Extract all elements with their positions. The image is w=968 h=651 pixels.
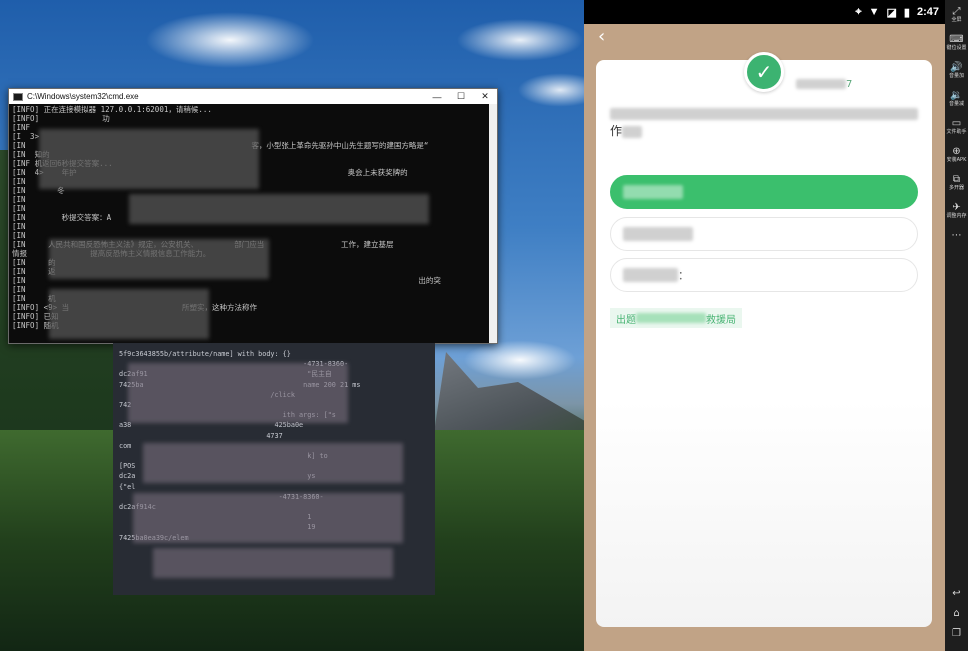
cmd-title: C:\Windows\system32\cmd.exe [27,92,139,101]
cmd-titlebar[interactable]: C:\Windows\system32\cmd.exe — ☐ ✕ [9,89,497,104]
install-apk-button[interactable]: ⊕ 安装APK [945,146,968,164]
file-icon: ▭ [951,118,962,129]
log-line: 4737 [119,431,283,440]
redaction [128,363,348,423]
redaction [49,239,269,279]
more-button[interactable]: ⋯ [945,230,968,241]
multi-instance-button[interactable]: ⧉ 多开器 [945,174,968,192]
redaction [623,185,683,199]
nav-recents-button[interactable]: ❐ [945,628,968,639]
back-icon: ↩ [952,588,961,599]
memory-button[interactable]: ✈ 调整内存 [945,202,968,220]
keyboard-icon: ⌨ [949,34,964,45]
log-line: 5f9c3643855b/attribute/name] with body: … [119,350,291,358]
option-b[interactable] [610,217,918,251]
redaction [796,79,846,89]
nav-back-button[interactable]: ↩ [945,588,968,599]
cmd-window[interactable]: C:\Windows\system32\cmd.exe — ☐ ✕ [INFO]… [8,88,498,344]
keymap-button[interactable]: ⌨ 键位设置 [945,34,968,52]
redaction [623,268,678,282]
more-icon: ⋯ [951,230,962,241]
volume-down-icon: 🔉 [950,90,963,101]
status-bar: ⌖ ▼ ◪ ▮ 2:47 [584,0,945,24]
redaction [39,129,259,189]
wifi-icon: ▼ [868,6,880,18]
redaction [623,227,693,241]
nav-home-button[interactable]: ⌂ [945,608,968,619]
cmd-app-icon [13,92,23,101]
home-icon: ⌂ [953,608,960,619]
maximize-button[interactable]: ☐ [449,89,473,104]
redaction [129,194,429,224]
close-button[interactable]: ✕ [473,89,497,104]
rocket-icon: ✈ [952,202,961,213]
install-icon: ⊕ [952,146,961,157]
redaction [133,493,403,543]
cmd-scrollbar[interactable] [489,104,497,343]
check-icon: ✓ [744,52,784,92]
recents-icon: ❐ [952,628,961,639]
redaction [610,107,918,120]
fullscreen-icon: ⤢ [952,6,961,17]
volume-down-button[interactable]: 🔉 音量减 [945,90,968,108]
redaction [143,443,403,483]
android-emulator: ⌖ ▼ ◪ ▮ 2:47 ‹ ✓ 7 作 ： 出题 救援局 [584,0,945,651]
emulator-toolbar: ⤢ 全屏 ⌨ 键位设置 🔊 音量加 🔉 音量减 ▭ 文件助手 ⊕ 安装APK ⧉… [945,0,968,651]
question-text: 作 [610,104,920,140]
status-time: 2:47 [916,6,939,18]
terminal-window[interactable]: 5f9c3643855b/attribute/name] with body: … [113,343,435,595]
answer-card: ✓ 7 作 ： 出题 救援局 [596,52,932,627]
no-sim-icon: ◪ [886,6,897,19]
question-source: 出题 救援局 [610,308,742,328]
option-a[interactable] [610,175,918,209]
option-c[interactable]: ： [610,258,918,292]
file-assistant-button[interactable]: ▭ 文件助手 [945,118,968,136]
log-line: {"el [119,482,136,491]
log-line: [INFO] 功 [12,114,110,123]
back-chevron-icon[interactable]: ‹ [598,26,605,47]
multi-window-icon: ⧉ [952,174,961,185]
redaction [622,125,643,138]
redaction [636,313,706,323]
location-icon: ⌖ [855,5,862,18]
redaction [49,289,209,339]
fullscreen-button[interactable]: ⤢ 全屏 [945,6,968,24]
redaction [153,548,393,578]
battery-icon: ▮ [903,6,910,19]
minimize-button[interactable]: — [425,89,449,104]
result-label: 7 [796,79,852,90]
volume-up-button[interactable]: 🔊 音量加 [945,62,968,80]
log-line: [INFO] 正在连接模拟器 127.0.0.1:62001，请稍候... [12,105,212,114]
volume-up-icon: 🔊 [950,62,963,73]
